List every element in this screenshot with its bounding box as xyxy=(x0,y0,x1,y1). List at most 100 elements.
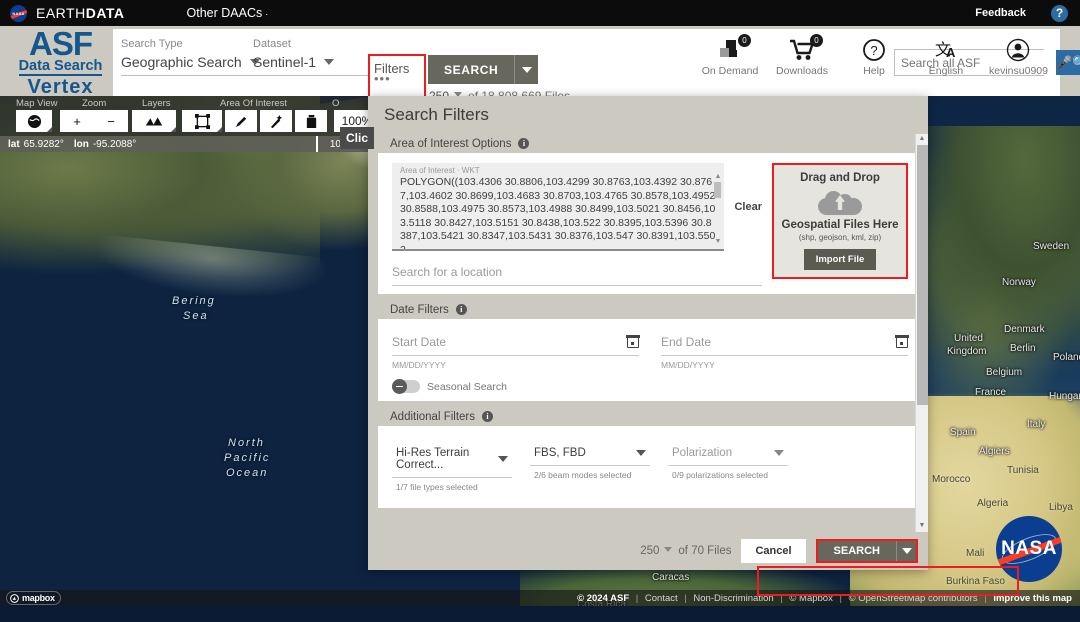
dataset-field[interactable]: Dataset Sentinel-1 xyxy=(253,38,378,76)
zoom-out-button[interactable]: − xyxy=(94,110,128,132)
question-circle-icon: ? xyxy=(845,33,903,67)
feedback-link[interactable]: Feedback xyxy=(975,7,1026,19)
modal-body: Area of Interest Options i Area of Inter… xyxy=(368,134,928,532)
search-type-value[interactable]: Geographic Search xyxy=(121,54,261,76)
downloads-button[interactable]: 0 Downloads xyxy=(773,33,831,77)
aoi-section-title: Area of Interest Options xyxy=(390,137,512,150)
microphone-icon[interactable]: 🎤 xyxy=(1056,50,1073,75)
modal-scrollbar[interactable]: ▲ ▼ xyxy=(915,134,928,532)
beam-mode-select[interactable]: FBS, FBD 2/6 beam modes selected xyxy=(530,444,650,492)
mapbox-logo-icon[interactable]: mapbox xyxy=(6,591,61,605)
seasonal-search-toggle[interactable] xyxy=(392,379,420,394)
map-attribution-links: © 2024 ASF | Contact | Non-Discriminatio… xyxy=(577,593,1072,604)
aoi-draw-button[interactable] xyxy=(225,110,257,132)
overlay-group-label: O xyxy=(332,98,340,109)
modal-search-button-group[interactable]: SEARCH xyxy=(815,539,918,563)
clear-aoi-button[interactable]: Clear xyxy=(734,201,762,213)
user-avatar-icon xyxy=(989,33,1047,67)
modal-count-value[interactable]: 250 xyxy=(640,545,659,557)
dataset-label: Dataset xyxy=(253,38,291,50)
chevron-down-icon xyxy=(636,450,646,456)
scroll-up-icon[interactable]: ▲ xyxy=(919,134,926,145)
other-daacs-caret-icon: · xyxy=(265,9,269,19)
language-button[interactable]: 文A English xyxy=(917,33,975,77)
dataset-value[interactable]: Sentinel-1 xyxy=(253,54,378,76)
aoi-box-button[interactable] xyxy=(182,110,222,132)
filters-button[interactable]: Filters ••• xyxy=(368,54,426,100)
import-file-button[interactable]: Import File xyxy=(803,249,877,270)
search-icon[interactable]: 🔍 xyxy=(1072,50,1080,75)
other-daacs-menu[interactable]: Other DAACs · xyxy=(187,6,269,20)
improve-this-map-link[interactable]: Improve this map xyxy=(993,593,1072,604)
zoom-in-button[interactable]: + xyxy=(60,110,94,132)
scroll-down-icon[interactable]: ▼ xyxy=(715,238,722,245)
seasonal-search-row[interactable]: Seasonal Search xyxy=(392,379,908,394)
polarization-select[interactable]: Polarization 0/9 polarizations selected xyxy=(668,444,788,492)
aoi-magic-wand-icon[interactable] xyxy=(260,110,292,132)
scroll-track[interactable] xyxy=(916,405,928,521)
lat-label: lat xyxy=(8,138,20,150)
aoi-delete-button[interactable] xyxy=(295,110,327,132)
help-button[interactable]: ? Help xyxy=(845,33,903,77)
info-icon[interactable]: i xyxy=(455,304,467,315)
non-discrimination-link[interactable]: Non-Discrimination xyxy=(693,593,773,604)
asf-header: ASF Data Search Vertex Search Type Geogr… xyxy=(0,26,1080,103)
info-icon[interactable]: i xyxy=(518,138,530,149)
wkt-input[interactable]: Area of Interest · WKT POLYGON((103.4306… xyxy=(392,163,725,251)
chevron-down-icon xyxy=(774,450,784,456)
beam-mode-selectbox[interactable]: FBS, FBD xyxy=(530,444,650,466)
search-button-group[interactable]: SEARCH xyxy=(428,55,539,84)
search-type-field[interactable]: Search Type Geographic Search xyxy=(121,38,261,76)
file-type-select[interactable]: Hi-Res Terrain Correct... 1/7 file types… xyxy=(392,444,512,492)
search-button[interactable]: SEARCH xyxy=(428,55,515,84)
scroll-thumb[interactable] xyxy=(916,145,928,405)
layers-button[interactable] xyxy=(132,110,176,132)
wkt-scrollbar[interactable]: ▲ ▼ xyxy=(713,173,722,245)
scroll-down-icon[interactable]: ▼ xyxy=(919,521,926,532)
start-date-placeholder: Start Date xyxy=(392,335,447,349)
account-button[interactable]: kevinsu0909 xyxy=(989,33,1048,77)
svg-text:A: A xyxy=(946,45,956,60)
chevron-down-icon[interactable] xyxy=(664,546,673,552)
file-type-selectbox[interactable]: Hi-Res Terrain Correct... xyxy=(392,444,512,478)
click-tooltip: Clic xyxy=(340,127,375,149)
map-view-globe-button[interactable] xyxy=(16,110,52,132)
lat-value: 65.9282° xyxy=(23,138,64,150)
downloads-label: Downloads xyxy=(776,65,828,77)
lon-label: lon xyxy=(73,138,89,150)
map-toolbar: Map View Zoom Layers Area Of Interest O … xyxy=(0,96,380,136)
calendar-icon[interactable] xyxy=(626,335,640,348)
wkt-label: Area of Interest · WKT xyxy=(400,166,480,175)
scroll-track[interactable] xyxy=(717,200,718,238)
on-demand-button[interactable]: 0 On Demand xyxy=(701,33,759,77)
location-search-input[interactable]: Search for a location xyxy=(392,265,762,286)
cancel-button[interactable]: Cancel xyxy=(741,539,806,563)
contact-link[interactable]: Contact xyxy=(645,593,678,604)
svg-text:?: ? xyxy=(870,43,877,58)
map-view-group-label: Map View xyxy=(16,98,58,109)
dragdrop-line1: Drag and Drop xyxy=(800,172,880,184)
nasa-watermark-logo: NASA xyxy=(996,516,1062,582)
drag-and-drop-zone[interactable]: Drag and Drop Geospatial Files Here (shp… xyxy=(772,163,908,279)
start-date-input[interactable]: Start Date xyxy=(392,335,640,356)
asf-vertex-logo[interactable]: ASF Data Search Vertex xyxy=(8,27,113,97)
info-icon[interactable]: i xyxy=(482,411,494,422)
additional-section-body: Hi-Res Terrain Correct... 1/7 file types… xyxy=(378,426,922,508)
on-demand-badge: 0 xyxy=(738,34,751,47)
polarization-selectbox[interactable]: Polarization xyxy=(668,444,788,466)
calendar-icon[interactable] xyxy=(895,335,909,348)
additional-filters-section: Additional Filters i Hi-Res Terrain Corr… xyxy=(378,407,922,508)
dropdown-corner-icon xyxy=(217,127,222,132)
aoi-section-header: Area of Interest Options i xyxy=(378,134,922,153)
scroll-thumb[interactable] xyxy=(714,182,722,198)
openstreetmap-link[interactable]: © OpenStreetMap contributors xyxy=(849,593,978,604)
modal-search-button[interactable]: SEARCH xyxy=(817,541,896,561)
date-row: Start Date MM/DD/YYYY End Date MM/DD/YYY… xyxy=(392,329,909,370)
help-question-icon[interactable]: ? xyxy=(1051,4,1068,22)
aoi-group-label: Area Of Interest xyxy=(220,98,288,109)
scroll-up-icon[interactable]: ▲ xyxy=(715,173,722,180)
mapbox-link[interactable]: © Mapbox xyxy=(789,593,832,604)
search-options-button[interactable] xyxy=(514,55,539,84)
modal-search-options-button[interactable] xyxy=(896,541,916,561)
end-date-input[interactable]: End Date xyxy=(661,335,909,356)
